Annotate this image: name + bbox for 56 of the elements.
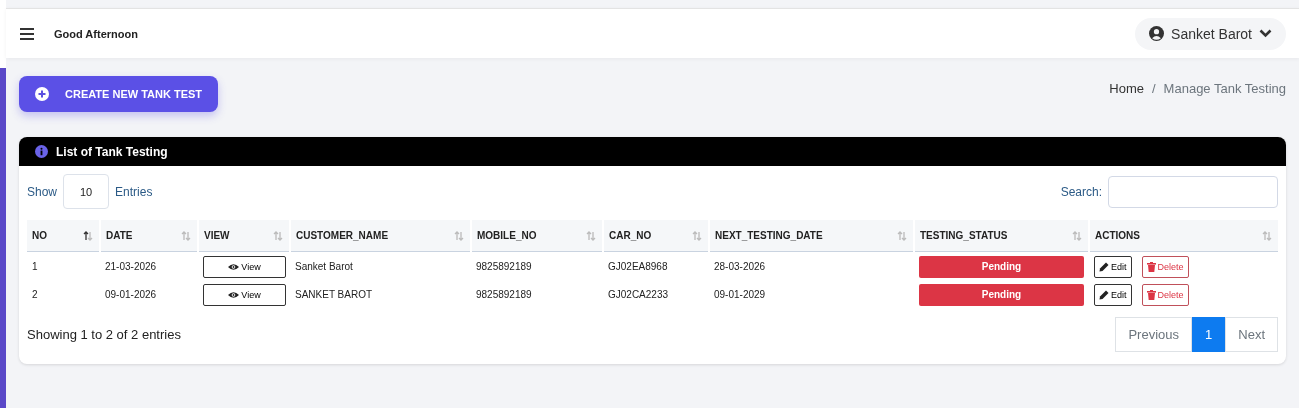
entries-info: Showing 1 to 2 of 2 entries [27,326,181,342]
table-cell: 21-03-2026 [105,261,157,272]
create-button[interactable]: CREATE NEW TANK TEST [19,76,219,112]
view-button[interactable]: View [203,255,286,278]
eye-icon [228,262,240,271]
user-icon [1149,26,1165,41]
menu-icon[interactable] [20,27,34,40]
column-header[interactable]: NO [27,220,100,251]
entries-select[interactable]: 10 [63,174,110,209]
greeting-text: Good Afternoon [54,27,138,40]
table-cell: 09-01-2029 [714,289,766,300]
edit-button[interactable]: Edit [1094,255,1132,278]
table-cell: 1 [32,261,38,272]
search-field[interactable] [1108,175,1278,208]
eye-icon [228,290,240,299]
chevron-down-icon [1259,29,1272,38]
trash-icon [1146,261,1156,272]
pencil-icon [1099,289,1109,300]
card-title: List of Tank Testing [56,144,168,159]
plus-circle-icon [35,87,49,101]
breadcrumb-link[interactable]: Home [1109,81,1144,96]
column-header[interactable]: DATE [100,220,198,251]
column-header[interactable]: VIEW [198,220,290,251]
delete-button[interactable]: Delete [1141,255,1189,278]
view-button[interactable]: View [203,283,286,306]
table-cell: 2 [32,289,38,300]
status-badge: Pending [919,255,1084,278]
table-cell: SANKET BAROT [295,289,373,300]
column-header[interactable]: CUSTOMER_NAME [290,220,471,251]
table-cell: 28-03-2026 [714,261,766,272]
column-header[interactable]: MOBILE_NO [471,220,603,251]
breadcrumb-separator: / [1152,81,1156,96]
table-cell: 9825892189 [476,289,532,300]
search-label: Search: [1060,184,1102,199]
user-menu[interactable]: Sanket Barot [1135,17,1286,50]
table-cell: 09-01-2026 [105,289,157,300]
page-button[interactable]: Previous [1115,316,1193,352]
trash-icon [1146,289,1156,300]
edit-button[interactable]: Edit [1094,283,1132,306]
info-icon [35,145,48,158]
breadcrumb-current: Manage Tank Testing [1163,81,1286,96]
pencil-icon [1099,261,1109,272]
page-button[interactable]: 1 [1192,316,1226,352]
column-header[interactable]: NEXT_TESTING_DATE [709,220,914,251]
table-cell: Sanket Barot [295,261,353,272]
delete-button[interactable]: Delete [1141,283,1189,306]
column-header[interactable]: ACTIONS [1089,220,1278,251]
page-button[interactable]: Next [1225,316,1278,352]
table-cell: 9825892189 [476,261,532,272]
column-header[interactable]: CAR_NO [603,220,709,251]
show-label: Show [27,184,58,199]
table-cell: GJ02CA2233 [608,289,669,300]
status-badge: Pending [919,283,1084,306]
table-cell: GJ02EA8968 [608,261,668,272]
entries-label: Entries [115,184,153,199]
column-header[interactable]: TESTING_STATUS [914,220,1089,251]
